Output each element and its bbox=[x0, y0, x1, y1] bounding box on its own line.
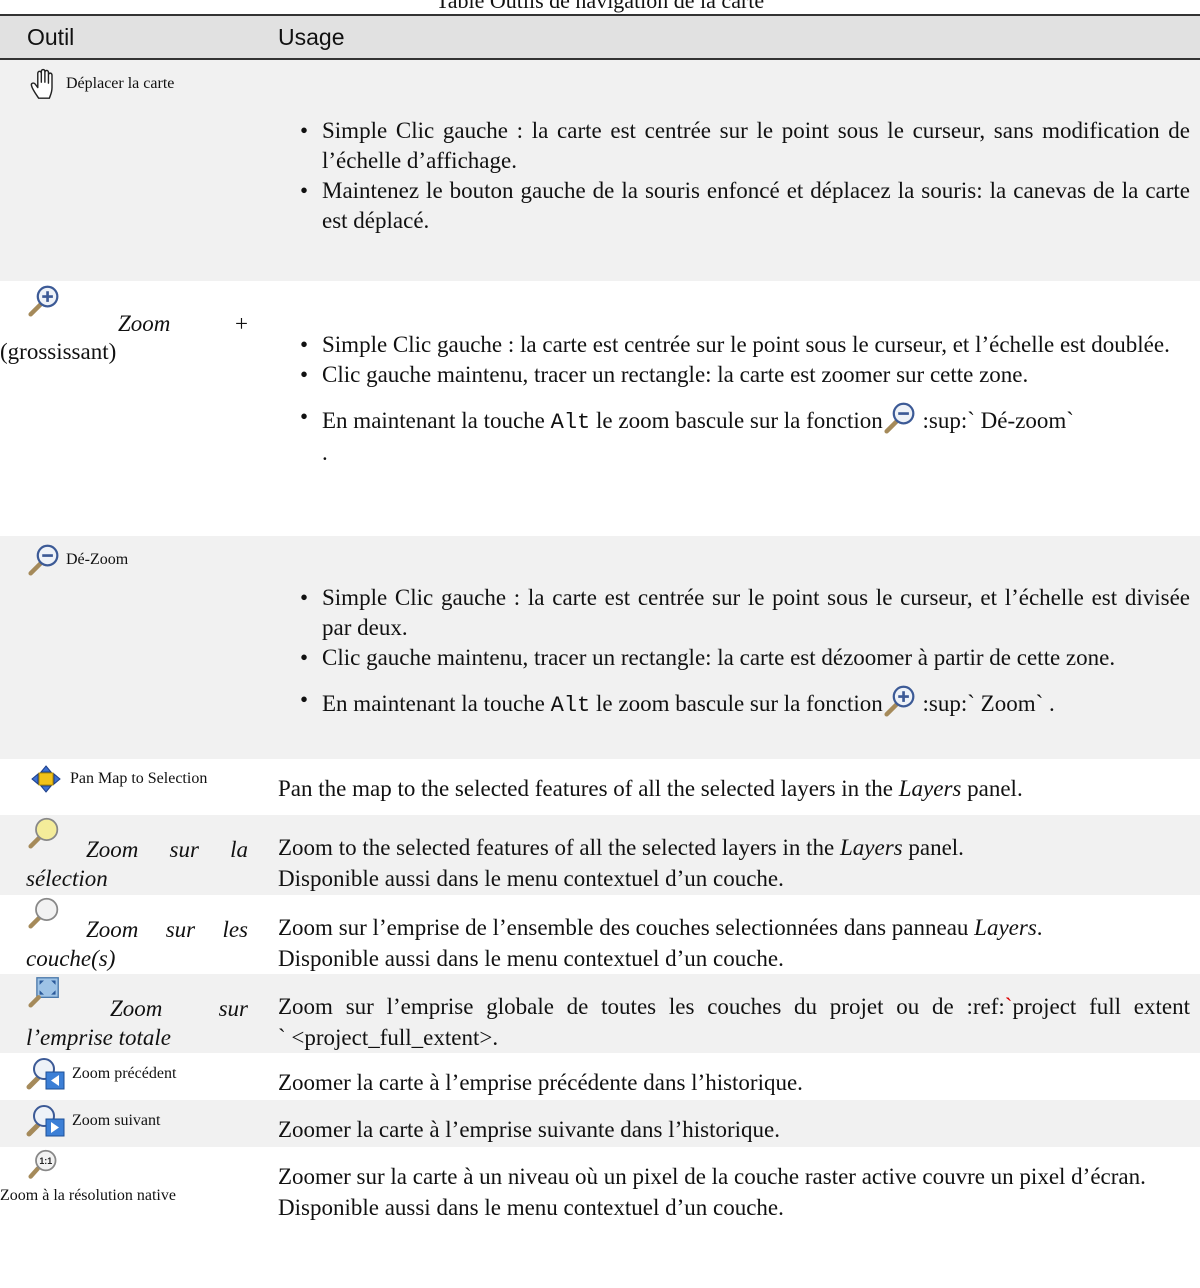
table-row-zoom-layer: Zoom sur les couche(s) Zoom sur l’empris… bbox=[0, 895, 1200, 974]
table-row-pan-selection: Pan Map to Selection Pan the map to the … bbox=[0, 759, 1200, 815]
tool-label-zoom-next: Zoom suivant bbox=[72, 1112, 161, 1129]
table-header-row: Outil Usage bbox=[0, 15, 1200, 59]
zoom-out-icon[interactable] bbox=[26, 544, 62, 576]
table-row-zoom-out: Dé-Zoom Simple Clic gauche : la carte es… bbox=[0, 536, 1200, 759]
alt-key: Alt bbox=[550, 693, 591, 718]
tool-label-zoom-layer-2: couche(s) bbox=[26, 946, 116, 971]
usage-text: ` <project_full_extent>. bbox=[278, 1025, 499, 1050]
tool-label-zoom-out: Dé-Zoom bbox=[66, 551, 129, 568]
list-item: Maintenez le bouton gauche de la souris … bbox=[300, 176, 1190, 236]
tool-label-zoom-native: Zoom à la résolution native bbox=[0, 1187, 176, 1204]
usage-italic: Layers bbox=[840, 835, 903, 860]
tool-label-zoom-full-2: l’emprise totale bbox=[26, 1025, 171, 1050]
table-caption: Table Outils de navigation de la carte bbox=[435, 0, 765, 13]
usage-text: Zoomer la carte à l’emprise suivante dan… bbox=[278, 1117, 780, 1142]
usage-text: panel. bbox=[967, 776, 1023, 801]
list-item: Clic gauche maintenu, tracer un rectangl… bbox=[300, 360, 1190, 390]
zoom-in-icon[interactable] bbox=[26, 285, 62, 317]
zoom-selection-icon[interactable] bbox=[26, 817, 62, 849]
list-item: Simple Clic gauche : la carte est centré… bbox=[300, 116, 1190, 176]
table-row-zoom-prev: Zoom précédent Zoomer la carte à l’empri… bbox=[0, 1053, 1200, 1100]
zoom-last-icon[interactable] bbox=[26, 1058, 68, 1090]
table-row-zoom-in: Zoom + (grossissant) Simple Clic gauche … bbox=[0, 281, 1200, 536]
table-row-zoom-native: 1:1 Zoom à la résolution native Zoomer s… bbox=[0, 1147, 1200, 1257]
usage-text: Disponible aussi dans le menu contextuel… bbox=[278, 946, 784, 971]
table-row-zoom-next: Zoom suivant Zoomer la carte à l’emprise… bbox=[0, 1100, 1200, 1147]
usage-text: Zoom to the selected features of all the… bbox=[278, 835, 835, 860]
table-row-pan: Déplacer la carte Simple Clic gauche : l… bbox=[0, 59, 1200, 281]
zoom-layer-icon[interactable] bbox=[26, 897, 62, 929]
usage-text: Zoomer la carte à l’emprise précédente d… bbox=[278, 1070, 803, 1095]
tool-label-zoom-full: Zoom sur bbox=[110, 996, 248, 1021]
usage-text: Zoomer sur la carte à un niveau où un pi… bbox=[278, 1164, 1146, 1189]
usage-text: project full extent bbox=[1012, 994, 1190, 1019]
icon-text: 1:1 bbox=[39, 1156, 52, 1166]
tool-label-pan-selection: Pan Map to Selection bbox=[70, 770, 208, 787]
usage-text: Zoom sur l’emprise de l’ensemble des cou… bbox=[278, 915, 969, 940]
tool-label-pan: Déplacer la carte bbox=[66, 75, 175, 92]
tool-label-zoom-in: Zoom bbox=[118, 311, 171, 336]
usage-italic: Layers bbox=[898, 776, 962, 801]
alt-key: Alt bbox=[550, 410, 591, 435]
tool-label-zoom-selection: Zoom sur la bbox=[86, 837, 248, 862]
tool-label-zoom-selection-2: sélection bbox=[26, 866, 108, 891]
list-item: En maintenant la touche Alt le zoom basc… bbox=[300, 402, 1190, 468]
zoom-out-icon[interactable] bbox=[883, 402, 917, 434]
header-usage: Usage bbox=[278, 23, 345, 50]
usage-text: Pan the map to the selected features of … bbox=[278, 776, 894, 801]
tool-label-zoom-in-rest: (grossissant) bbox=[0, 339, 117, 364]
usage-text: Disponible aussi dans le menu contextuel… bbox=[278, 866, 784, 891]
table-row-zoom-selection: Zoom sur la sélection Zoom to the select… bbox=[0, 815, 1200, 895]
usage-italic: Layers bbox=[974, 915, 1037, 940]
zoom-next-icon[interactable] bbox=[26, 1105, 68, 1137]
zoom-actual-size-icon[interactable]: 1:1 bbox=[26, 1149, 62, 1181]
table-row-zoom-full: Zoom sur l’emprise totale Zoom sur l’emp… bbox=[0, 974, 1200, 1053]
list-item: Simple Clic gauche : la carte est centré… bbox=[300, 330, 1190, 360]
tool-label-plus: + bbox=[235, 311, 248, 336]
tool-label-zoom-layer: Zoom sur les bbox=[86, 917, 248, 942]
navigation-tools-table: Outil Usage Déplacer la carte Simple Cli… bbox=[0, 14, 1200, 1257]
usage-text: Zoom sur l’emprise globale de toutes les… bbox=[278, 994, 1005, 1019]
header-tool: Outil bbox=[27, 23, 75, 50]
hand-pan-icon[interactable] bbox=[26, 68, 62, 100]
usage-text: Disponible aussi dans le menu contextuel… bbox=[278, 1195, 784, 1220]
list-item: Simple Clic gauche : la carte est centré… bbox=[300, 583, 1190, 643]
list-item: En maintenant la touche Alt le zoom basc… bbox=[300, 685, 1190, 721]
list-item: Clic gauche maintenu, tracer un rectangl… bbox=[300, 643, 1190, 673]
tool-label-zoom-prev: Zoom précédent bbox=[72, 1065, 177, 1082]
zoom-full-extent-icon[interactable] bbox=[26, 976, 62, 1008]
pan-to-selection-icon[interactable] bbox=[26, 765, 66, 793]
usage-text: . bbox=[1036, 915, 1043, 940]
usage-text: panel. bbox=[908, 835, 964, 860]
zoom-in-icon[interactable] bbox=[883, 685, 917, 717]
